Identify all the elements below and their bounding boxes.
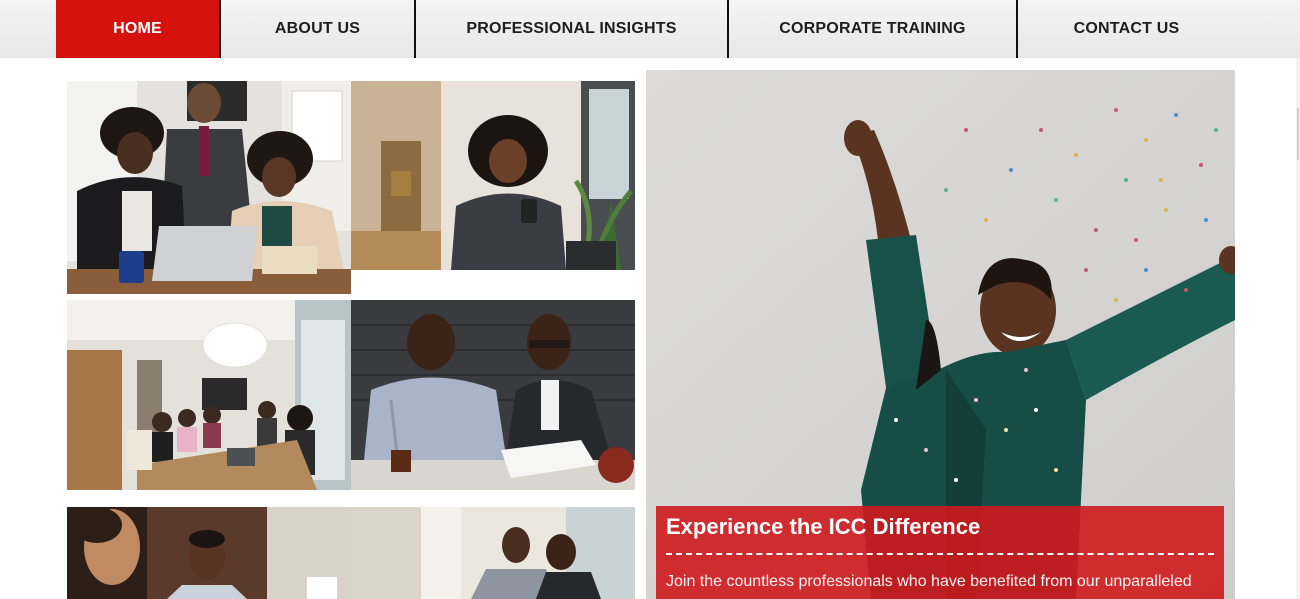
- gallery-photo-man-in-suit: [67, 507, 351, 599]
- gallery-photo-conference-room: [67, 300, 351, 490]
- nav-corporate-training[interactable]: CORPORATE TRAINING: [729, 0, 1016, 58]
- gallery-photo-two-men-documents: [351, 300, 635, 490]
- gallery-photo-woman-phone: [351, 81, 635, 270]
- nav-contact-us[interactable]: CONTACT US: [1018, 0, 1235, 58]
- hero-caption: Experience the ICC Difference Join the c…: [656, 506, 1224, 599]
- hero-caption-title: Experience the ICC Difference: [666, 514, 981, 539]
- nav-professional-insights[interactable]: PROFESSIONAL INSIGHTS: [416, 0, 727, 58]
- nav-home[interactable]: HOME: [56, 0, 219, 58]
- gallery-photo-team-laptop: [67, 81, 351, 294]
- gallery-photo-men-tablet: [351, 507, 635, 599]
- hero-caption-text: Join the countless professionals who hav…: [666, 573, 1192, 590]
- caption-divider: [666, 553, 1214, 555]
- scrollbar-thumb[interactable]: [1297, 108, 1299, 160]
- nav-about-us[interactable]: ABOUT US: [221, 0, 414, 58]
